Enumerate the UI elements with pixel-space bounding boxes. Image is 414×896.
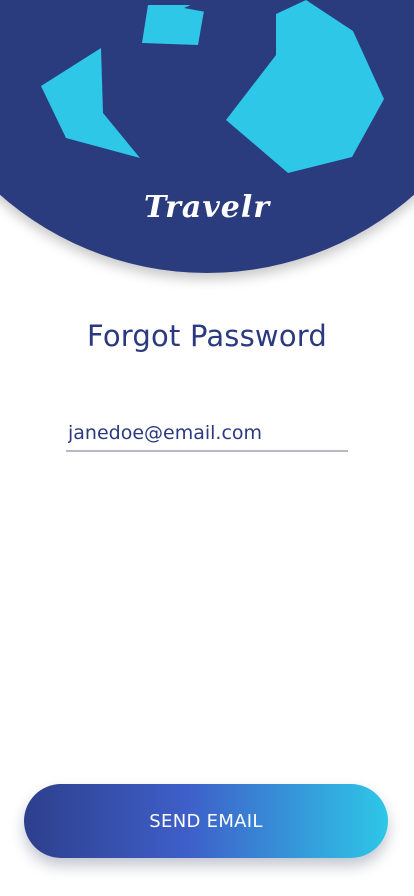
globe-header: Travelr (0, 0, 414, 290)
page-title: Forgot Password (87, 319, 327, 353)
globe-illustration (0, 0, 414, 273)
landmass-top (142, 5, 205, 45)
email-field[interactable] (66, 416, 348, 452)
brand-logo: Travelr (143, 190, 271, 225)
send-email-button[interactable]: SEND EMAIL (24, 784, 388, 858)
